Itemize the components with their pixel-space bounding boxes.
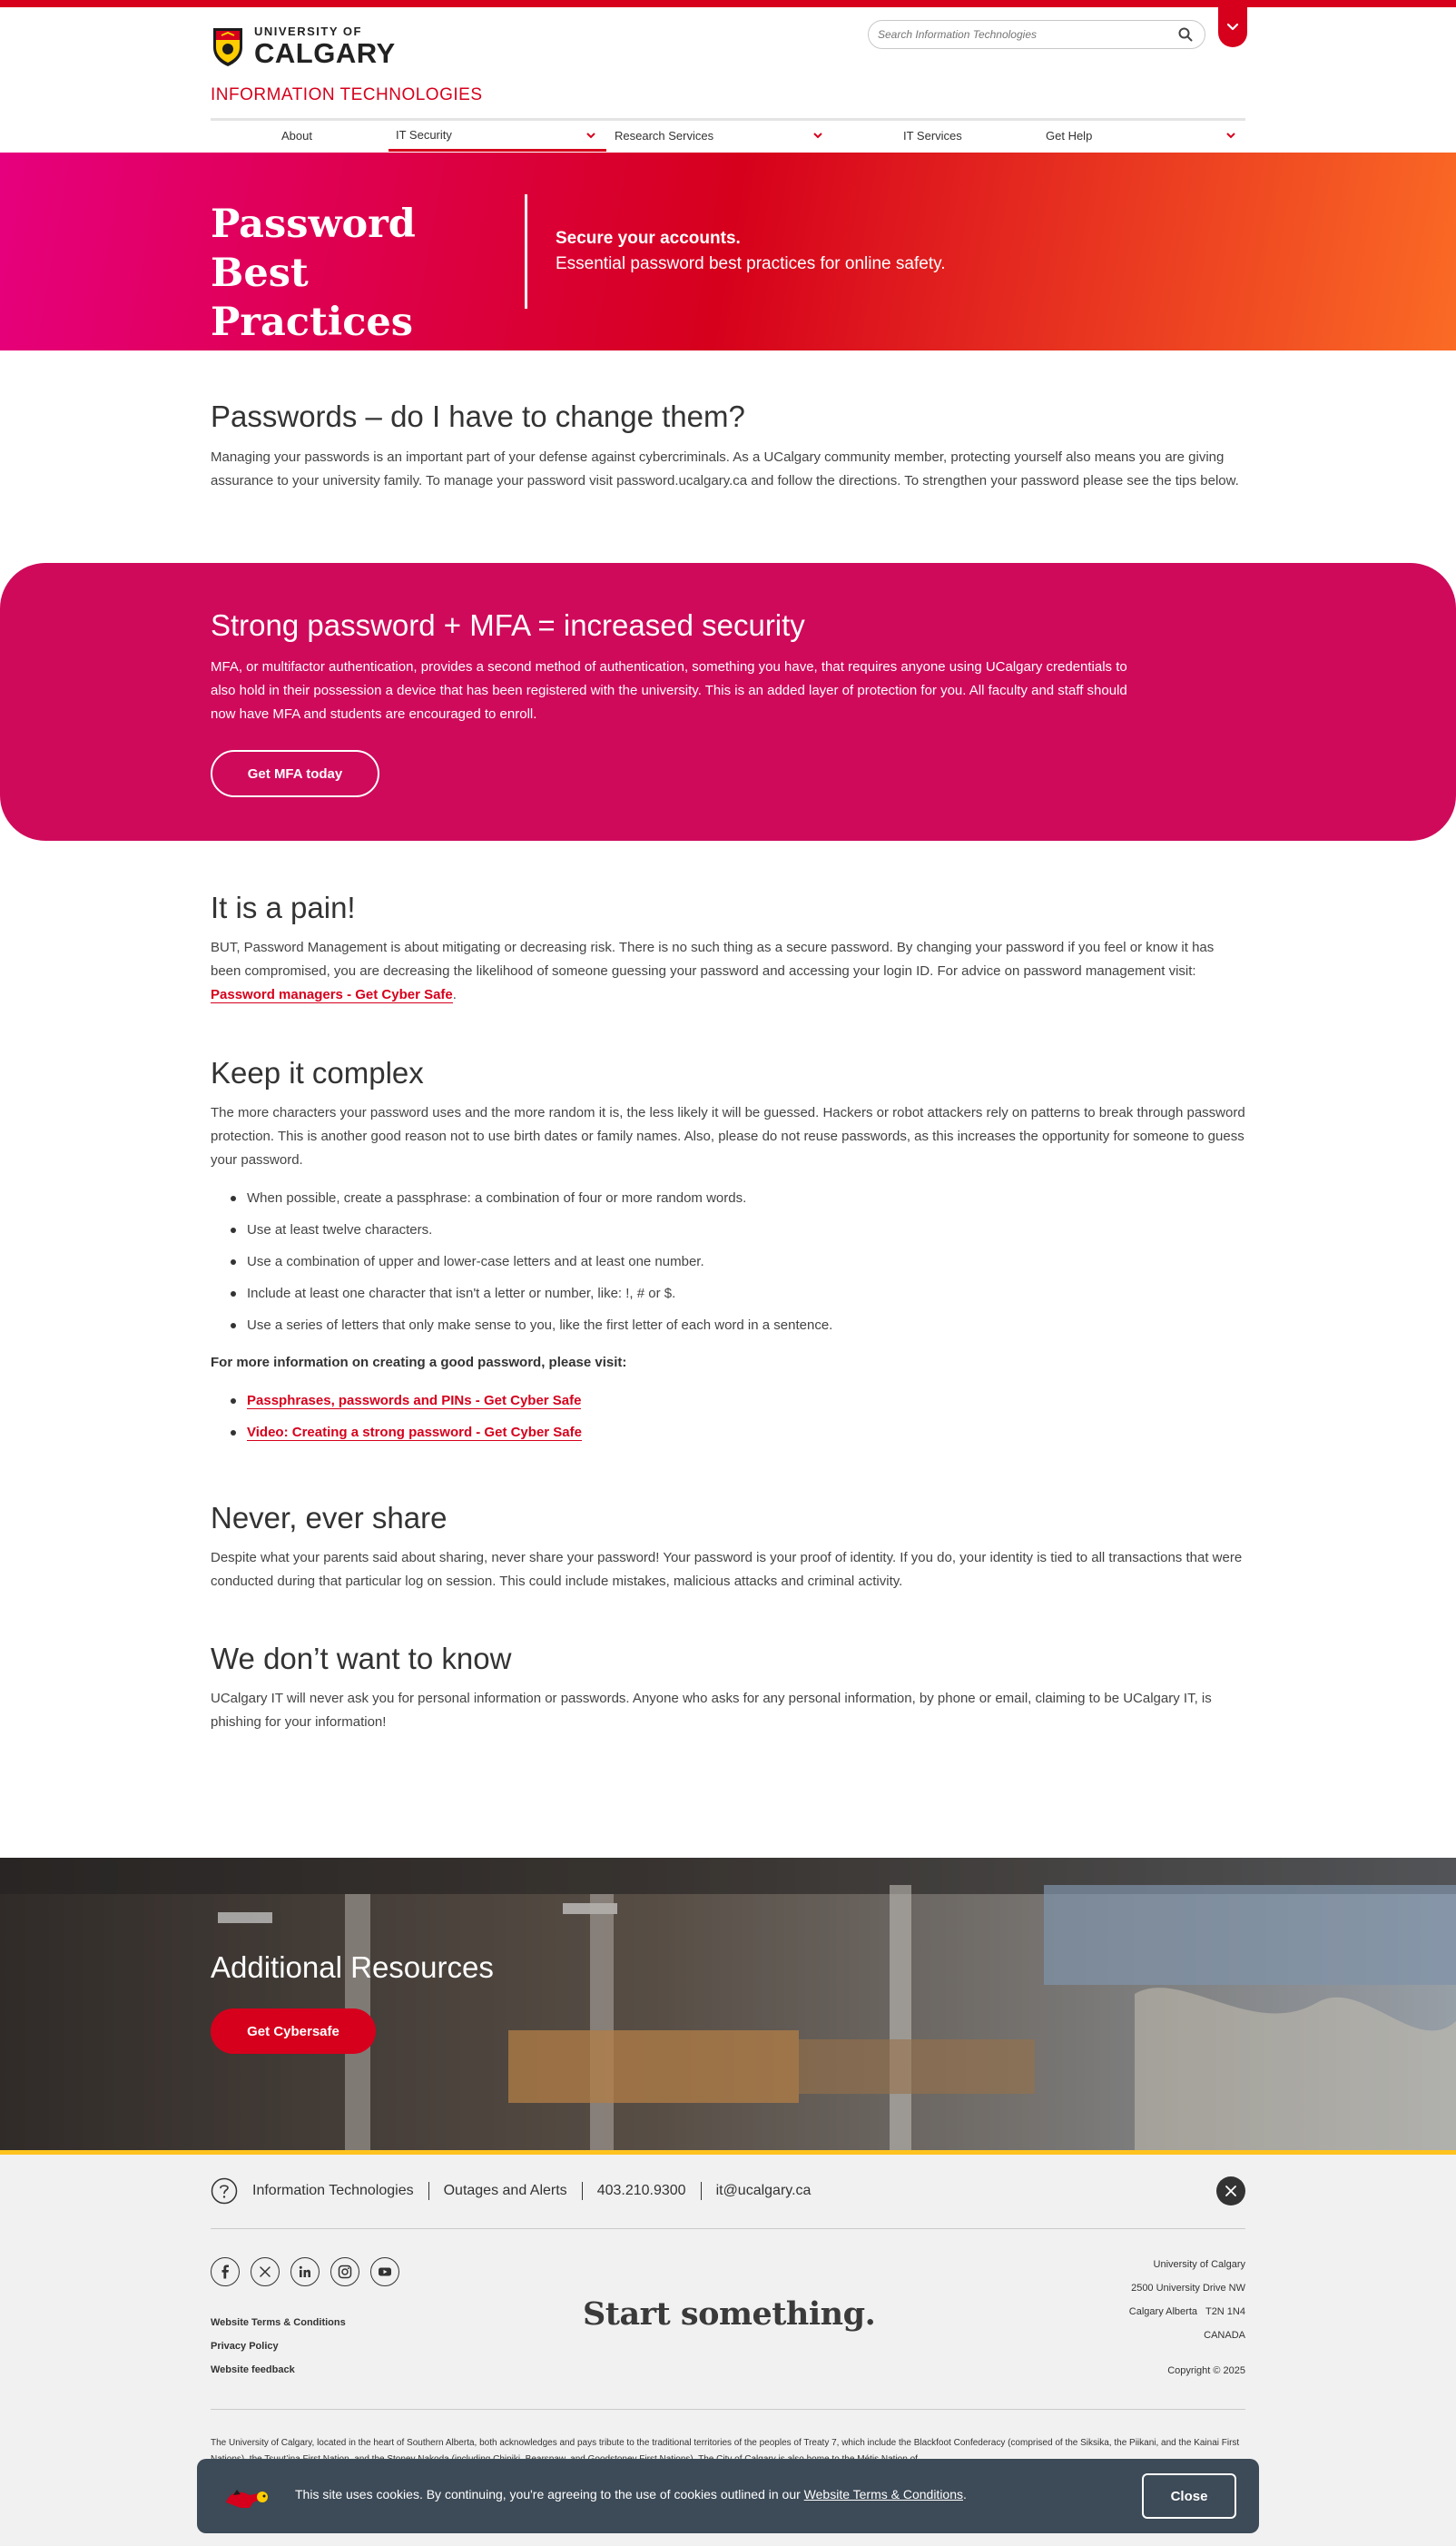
logo-wordmark: UNIVERSITY OF CALGARY	[254, 25, 396, 67]
mfa-body: MFA, or multifactor authentication, prov…	[211, 659, 1127, 722]
intro-heading: Passwords – do I have to change them?	[211, 400, 745, 433]
x-icon[interactable]	[251, 2257, 280, 2286]
cookie-text: This site uses cookies. By continuing, y…	[295, 2487, 804, 2502]
pain-body: BUT, Password Management is about mitiga…	[211, 936, 1245, 1007]
privacy-link[interactable]: Privacy Policy	[211, 2334, 346, 2358]
share-body: Despite what your parents said about sha…	[211, 1550, 1243, 1589]
pain-body-text: BUT, Password Management is about mitiga…	[211, 940, 1215, 979]
cookie-close-button[interactable]: Close	[1142, 2473, 1236, 2519]
resources-heading: Additional Resources	[211, 1950, 494, 1984]
cookie-message: This site uses cookies. By continuing, y…	[295, 2487, 967, 2502]
chevron-down-icon[interactable]	[585, 129, 597, 142]
intro-body: Managing your passwords is an important …	[211, 449, 1239, 488]
nav-item-label: IT Security	[396, 128, 452, 142]
feedback-link[interactable]: Website feedback	[211, 2358, 346, 2382]
complex-heading: Keep it complex	[211, 1056, 424, 1090]
facebook-icon[interactable]	[211, 2257, 240, 2286]
password-tips-list: When possible, create a passphrase: a co…	[211, 1182, 1245, 1341]
logo-big-text: CALGARY	[254, 37, 396, 69]
cookie-text-tail: .	[963, 2487, 967, 2502]
chevron-down-icon[interactable]	[812, 129, 824, 142]
footer-divider	[211, 2228, 1245, 2229]
hero-divider	[525, 194, 527, 309]
pain-heading: It is a pain!	[211, 891, 356, 924]
page-title-line2: Best Practices	[211, 251, 413, 345]
nav-item-about[interactable]: About	[281, 121, 312, 150]
university-address: University of Calgary 2500 University Dr…	[1129, 2253, 1245, 2347]
address-line: Calgary Alberta T2N 1N4	[1128, 2306, 1245, 2317]
university-logo[interactable]: UNIVERSITY OF CALGARY	[211, 24, 396, 69]
resources-banner	[0, 1858, 1456, 2150]
hero-subtitle: Essential password best practices for on…	[556, 254, 946, 273]
logo-small-text: UNIVERSITY OF	[254, 25, 362, 38]
crest-icon	[213, 28, 242, 66]
x-icon	[1225, 2186, 1236, 2196]
chevron-down-icon	[1226, 23, 1239, 31]
know-heading: We don’t want to know	[211, 1642, 512, 1675]
main-nav: About IT Security Research Services IT S…	[211, 121, 1245, 152]
cookie-terms-link[interactable]: Website Terms & Conditions	[804, 2487, 963, 2502]
separator	[700, 2182, 702, 2200]
more-info-links: Passphrases, passwords and PINs - Get Cy…	[211, 1385, 1245, 1448]
terms-link[interactable]: Website Terms & Conditions	[211, 2311, 346, 2334]
search-input[interactable]	[878, 28, 1177, 41]
hero-subtitle-bold: Secure your accounts.	[556, 229, 741, 248]
address-line: 2500 University Drive NW	[1131, 2283, 1245, 2294]
search-box	[868, 20, 1205, 49]
nav-item-research-services[interactable]: Research Services	[615, 121, 713, 150]
footer-divider	[211, 2409, 1245, 2410]
social-links	[211, 2257, 399, 2286]
more-info-label: For more information on creating a good …	[211, 1355, 627, 1370]
mfa-banner: Strong password + MFA = increased securi…	[0, 563, 1456, 841]
footer-email[interactable]: it@ucalgary.ca	[716, 2183, 812, 2199]
page: UNIVERSITY OF CALGARY INFORMATION TECHNO…	[0, 0, 1456, 2546]
cookie-banner: This site uses cookies. By continuing, y…	[197, 2459, 1259, 2533]
instagram-icon[interactable]	[330, 2257, 359, 2286]
search-icon[interactable]	[1177, 26, 1194, 43]
start-something-tagline: Start something.	[583, 2295, 876, 2333]
copyright: Copyright © 2025	[1167, 2365, 1245, 2376]
youtube-icon[interactable]	[370, 2257, 399, 2286]
separator	[581, 2182, 583, 2200]
page-title: Password Best Practices	[211, 200, 510, 347]
footer-contact-name[interactable]: Information Technologies	[252, 2183, 414, 2199]
nav-item-it-security[interactable]: IT Security	[389, 121, 606, 152]
help-icon	[211, 2177, 238, 2205]
mfa-heading: Strong password + MFA = increased securi…	[211, 608, 805, 642]
passphrases-link[interactable]: Passphrases, passwords and PINs - Get Cy…	[247, 1393, 582, 1409]
address-line: CANADA	[1204, 2330, 1245, 2341]
outages-link[interactable]: Outages and Alerts	[444, 2183, 567, 2199]
list-item: Use a series of letters that only make s…	[211, 1309, 1245, 1341]
separator	[428, 2182, 429, 2200]
dino-mascot-icon	[226, 2490, 268, 2508]
password-managers-link[interactable]: Password managers - Get Cyber Safe	[211, 987, 453, 1003]
pain-body-tail: .	[452, 987, 457, 1002]
footer-links: Website Terms & Conditions Privacy Polic…	[211, 2311, 346, 2382]
page-title-line1: Password	[211, 202, 416, 247]
header-menu-toggle[interactable]	[1218, 7, 1247, 47]
chevron-down-icon[interactable]	[1225, 129, 1237, 142]
get-cybersafe-button[interactable]: Get Cybersafe	[211, 2008, 376, 2054]
department-title[interactable]: INFORMATION TECHNOLOGIES	[211, 85, 483, 105]
footer-phone[interactable]: 403.210.9300	[597, 2183, 686, 2199]
list-item: Video: Creating a strong password - Get …	[211, 1416, 1245, 1448]
get-mfa-button[interactable]: Get MFA today	[211, 750, 379, 797]
nav-item-it-services[interactable]: IT Services	[903, 121, 962, 150]
nav-item-get-help[interactable]: Get Help	[1046, 121, 1092, 150]
complex-body: The more characters your password uses a…	[211, 1105, 1245, 1168]
top-accent-bar	[0, 0, 1456, 7]
linkedin-icon[interactable]	[290, 2257, 320, 2286]
list-item: Passphrases, passwords and PINs - Get Cy…	[211, 1385, 1245, 1416]
list-item: When possible, create a passphrase: a co…	[211, 1182, 1245, 1214]
library-photo	[0, 1858, 1456, 2150]
list-item: Use a combination of upper and lower-cas…	[211, 1246, 1245, 1278]
list-item: Include at least one character that isn'…	[211, 1278, 1245, 1309]
video-strong-password-link[interactable]: Video: Creating a strong password - Get …	[247, 1425, 582, 1441]
list-item: Use at least twelve characters.	[211, 1214, 1245, 1246]
footer-contact-row: Information Technologies Outages and Ale…	[211, 2177, 811, 2205]
x-social-button[interactable]	[1216, 2176, 1245, 2206]
address-line: University of Calgary	[1153, 2259, 1245, 2270]
know-body: UCalgary IT will never ask you for perso…	[211, 1691, 1212, 1730]
share-heading: Never, ever share	[211, 1501, 448, 1535]
